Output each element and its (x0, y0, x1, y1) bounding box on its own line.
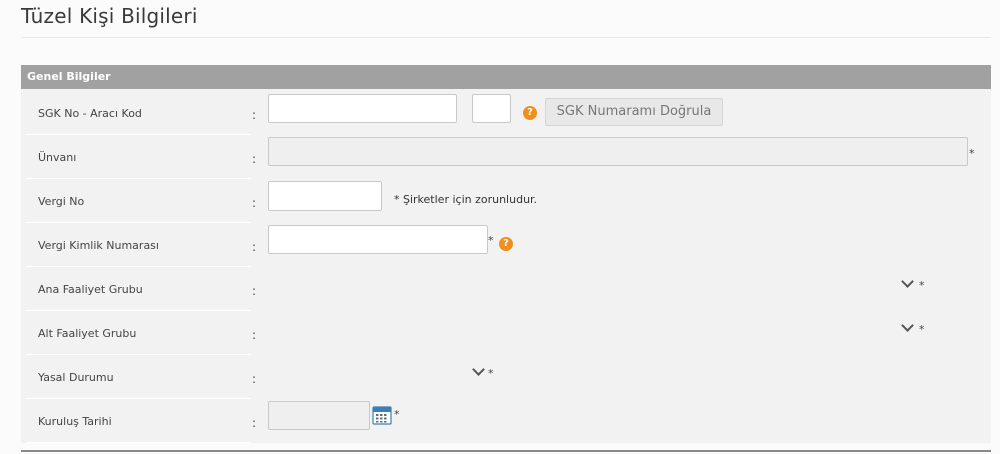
yasal-durum-colon: : (252, 356, 256, 402)
unvan-row: Ünvanı : * (26, 136, 986, 179)
sgk-no-input[interactable] (268, 94, 457, 123)
vkn-label: Vergi Kimlik Numarası (26, 224, 251, 267)
verify-sgk-button[interactable]: SGK Numaramı Doğrula (545, 98, 723, 126)
ana-faaliyet-select[interactable] (268, 272, 918, 296)
alt-faaliyet-select[interactable] (268, 316, 918, 340)
section-header: Genel Bilgiler (21, 65, 991, 89)
kurulus-tarihi-colon: : (252, 400, 256, 446)
question-circle-icon[interactable]: ? (499, 237, 513, 251)
alt-faaliyet-colon: : (252, 312, 256, 358)
ana-faaliyet-row: Ana Faaliyet Grubu : * (26, 268, 986, 311)
yasal-durum-select[interactable] (268, 360, 484, 384)
sgk-colon: : (252, 92, 256, 138)
page-title: Tüzel Kişi Bilgileri (21, 4, 198, 28)
unvan-colon: : (252, 136, 256, 182)
vkn-input[interactable] (268, 225, 488, 254)
kurulus-tarihi-input[interactable] (268, 401, 370, 430)
sgk-label: SGK No - Aracı Kod (26, 92, 251, 135)
alt-faaliyet-row: Alt Faaliyet Grubu : * (26, 312, 986, 355)
general-info-section: Genel Bilgiler SGK No - Aracı Kod : ? SG… (21, 65, 991, 443)
ana-faaliyet-label: Ana Faaliyet Grubu (26, 268, 251, 311)
kurulus-tarihi-label: Kuruluş Tarihi (26, 400, 251, 443)
unvan-label: Ünvanı (26, 136, 251, 179)
vergi-no-row: Vergi No : * Şirketler için zorunludur. (26, 180, 986, 223)
calendar-icon[interactable] (372, 405, 392, 425)
required-mark: * (488, 367, 494, 380)
vkn-colon: : (252, 224, 256, 270)
required-mark: * (969, 147, 975, 160)
unvan-input[interactable] (268, 137, 968, 166)
required-mark: * (919, 279, 925, 292)
vkn-row: Vergi Kimlik Numarası : * ? (26, 224, 986, 267)
title-divider (21, 37, 991, 38)
required-mark: * (919, 323, 925, 336)
vergi-no-label: Vergi No (26, 180, 251, 223)
required-mark: * (488, 234, 494, 247)
kurulus-tarihi-row: Kuruluş Tarihi : * (26, 400, 986, 443)
question-circle-icon[interactable]: ? (523, 106, 537, 120)
required-mark: * (394, 408, 400, 421)
alt-faaliyet-label: Alt Faaliyet Grubu (26, 312, 251, 355)
vergi-no-input[interactable] (268, 181, 382, 211)
sgk-row: SGK No - Aracı Kod : ? SGK Numaramı Doğr… (26, 92, 986, 135)
vergi-no-note: * Şirketler için zorunludur. (394, 193, 537, 206)
yasal-durum-label: Yasal Durumu (26, 356, 251, 399)
ana-faaliyet-colon: : (252, 268, 256, 314)
vergi-no-colon: : (252, 180, 256, 226)
section-bottom-border (21, 450, 991, 452)
araci-kod-input[interactable] (472, 94, 511, 123)
yasal-durum-row: Yasal Durumu : * (26, 356, 986, 399)
